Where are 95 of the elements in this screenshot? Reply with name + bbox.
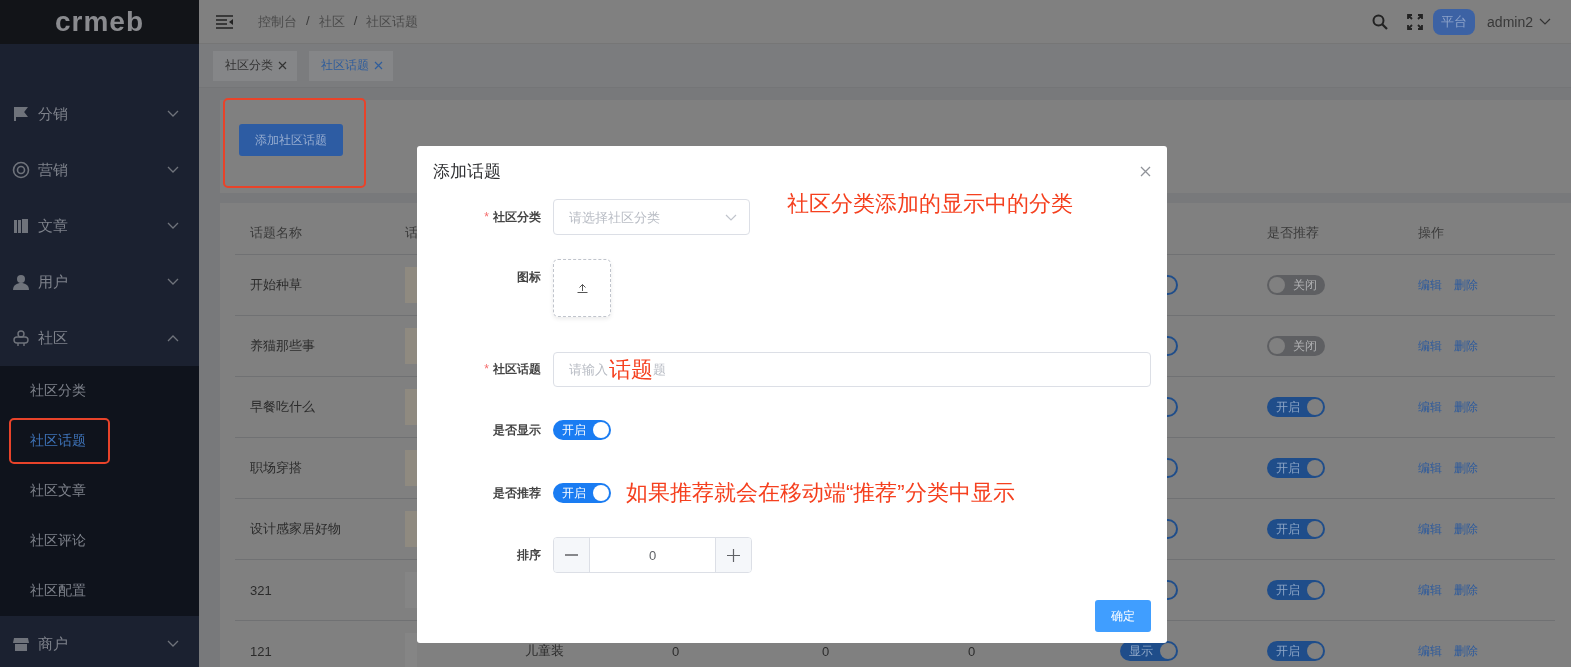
role-badge: 平台 [1433,8,1476,35]
decrement-button[interactable] [554,538,590,572]
annotation-text: 话题 [609,355,653,384]
table-cell: 0 [822,643,830,659]
chevron-icon [167,278,179,286]
menu-item[interactable]: 社区 [0,310,199,366]
toggle-switch[interactable]: 开启 [1267,580,1325,600]
upload-icon [576,283,588,293]
photo-placeholder [405,328,417,364]
toggle-switch[interactable]: 开启 [1267,458,1325,478]
ring-icon [12,161,30,179]
table-cell: 儿童装 [525,642,564,660]
photo-placeholder [405,389,417,425]
topic-name: 321 [250,582,272,598]
photo-placeholder [405,450,417,486]
menu-item[interactable]: 用户 [0,254,199,310]
required-mark: * [484,209,489,224]
submenu-item[interactable]: 社区话题 [30,432,86,450]
topic-name: 121 [250,643,272,659]
menu-item[interactable]: 分销 [0,86,199,142]
books-icon [12,217,30,235]
breadcrumb-separator: / [306,12,310,30]
table-cell: 0 [672,643,680,659]
annotation-text: 社区分类添加的显示中的分类 [787,190,1073,218]
toggle-switch[interactable]: 关闭 [1267,275,1325,295]
placeholder-text: 题 [653,361,666,377]
toggle-switch[interactable]: 开启 [1267,519,1325,539]
user-name[interactable]: admin2 [1487,13,1533,30]
table-cell: 0 [968,643,976,659]
topic-name: 早餐吃什么 [250,398,315,416]
submenu-item[interactable]: 社区配置 [30,582,86,600]
toggle-switch[interactable]: 关闭 [1267,336,1325,356]
toggle-switch[interactable]: 开启 [553,420,611,440]
photo-placeholder [405,511,417,547]
chevron-icon[interactable] [1539,17,1551,26]
column-header: 是否推荐 [1267,224,1319,242]
add-topic-button[interactable]: 添加社区话题 [239,124,343,156]
required-mark: * [484,362,489,376]
chevron-icon [167,110,179,118]
chevron-icon [167,334,179,342]
toggle-switch[interactable]: 开启 [1267,641,1325,661]
column-header: 操作 [1418,224,1444,242]
submenu-item[interactable]: 社区分类 [30,382,86,400]
page-tab[interactable]: 社区话题 [309,50,393,81]
confirm-button[interactable]: 确定 [1095,600,1151,632]
close-icon[interactable] [1140,165,1151,177]
increment-button[interactable] [715,538,751,572]
submenu-item[interactable]: 社区评论 [30,532,86,550]
search-icon[interactable] [1372,13,1389,30]
chevron-icon [167,166,179,174]
breadcrumb-separator: / [353,12,358,30]
toggle-switch[interactable]: 开启 [553,483,611,503]
toggle-switch[interactable]: 开启 [1267,397,1325,417]
topic-name: 开始种草 [250,276,302,294]
category-select[interactable]: 请选择社区分类 [553,199,750,235]
field-label: 社区话题 [493,362,541,376]
field-label: 排序 [517,547,541,562]
topic-name: 职场穿搭 [250,459,302,477]
field-label: 社区分类 [493,209,541,224]
image-placeholder [405,572,417,608]
menu-icon[interactable] [216,14,233,29]
annotation-text: 如果推荐就会在移动端“推荐”分类中显示 [626,479,1015,507]
number-input[interactable]: 0 [553,537,752,573]
fullscreen-icon[interactable] [1407,13,1424,30]
topic-name: 设计感家居好物 [250,520,341,538]
minus-icon [565,554,578,556]
people-icon [12,329,30,347]
field-label: 图标 [517,270,541,284]
menu-item[interactable]: 商户 [0,616,199,667]
flag-icon [12,105,30,123]
field-label: 是否显示 [493,422,541,437]
topic-name: 养猫那些事 [250,337,315,355]
close-icon[interactable] [278,61,287,70]
select-input[interactable]: 请选择社区分类 [569,209,725,225]
dialog-title: 添加话题 [433,160,501,183]
submenu-item[interactable]: 社区文章 [30,482,86,500]
shop-icon [12,635,30,653]
user-icon [12,273,30,291]
upload-box[interactable] [553,259,611,317]
text-input[interactable]: 请输入 [569,362,609,377]
plus-icon [727,548,740,562]
logo: crmeb [54,8,144,36]
menu-item[interactable]: 营销 [0,142,199,198]
chevron-icon [167,222,179,230]
column-header: 话题名称 [250,224,302,242]
menu-item[interactable]: 文章 [0,198,199,254]
chevron-icon [167,640,179,648]
column-header: 话 [405,224,418,242]
field-label: 是否推荐 [493,485,541,500]
topic-input[interactable]: 请输入话题题 [553,352,1151,387]
toggle-switch[interactable]: 显示 [1120,641,1178,661]
photo-placeholder [405,267,417,303]
page-tab[interactable]: 社区分类 [213,50,297,81]
close-icon[interactable] [374,61,383,70]
chevron-icon [725,213,737,221]
